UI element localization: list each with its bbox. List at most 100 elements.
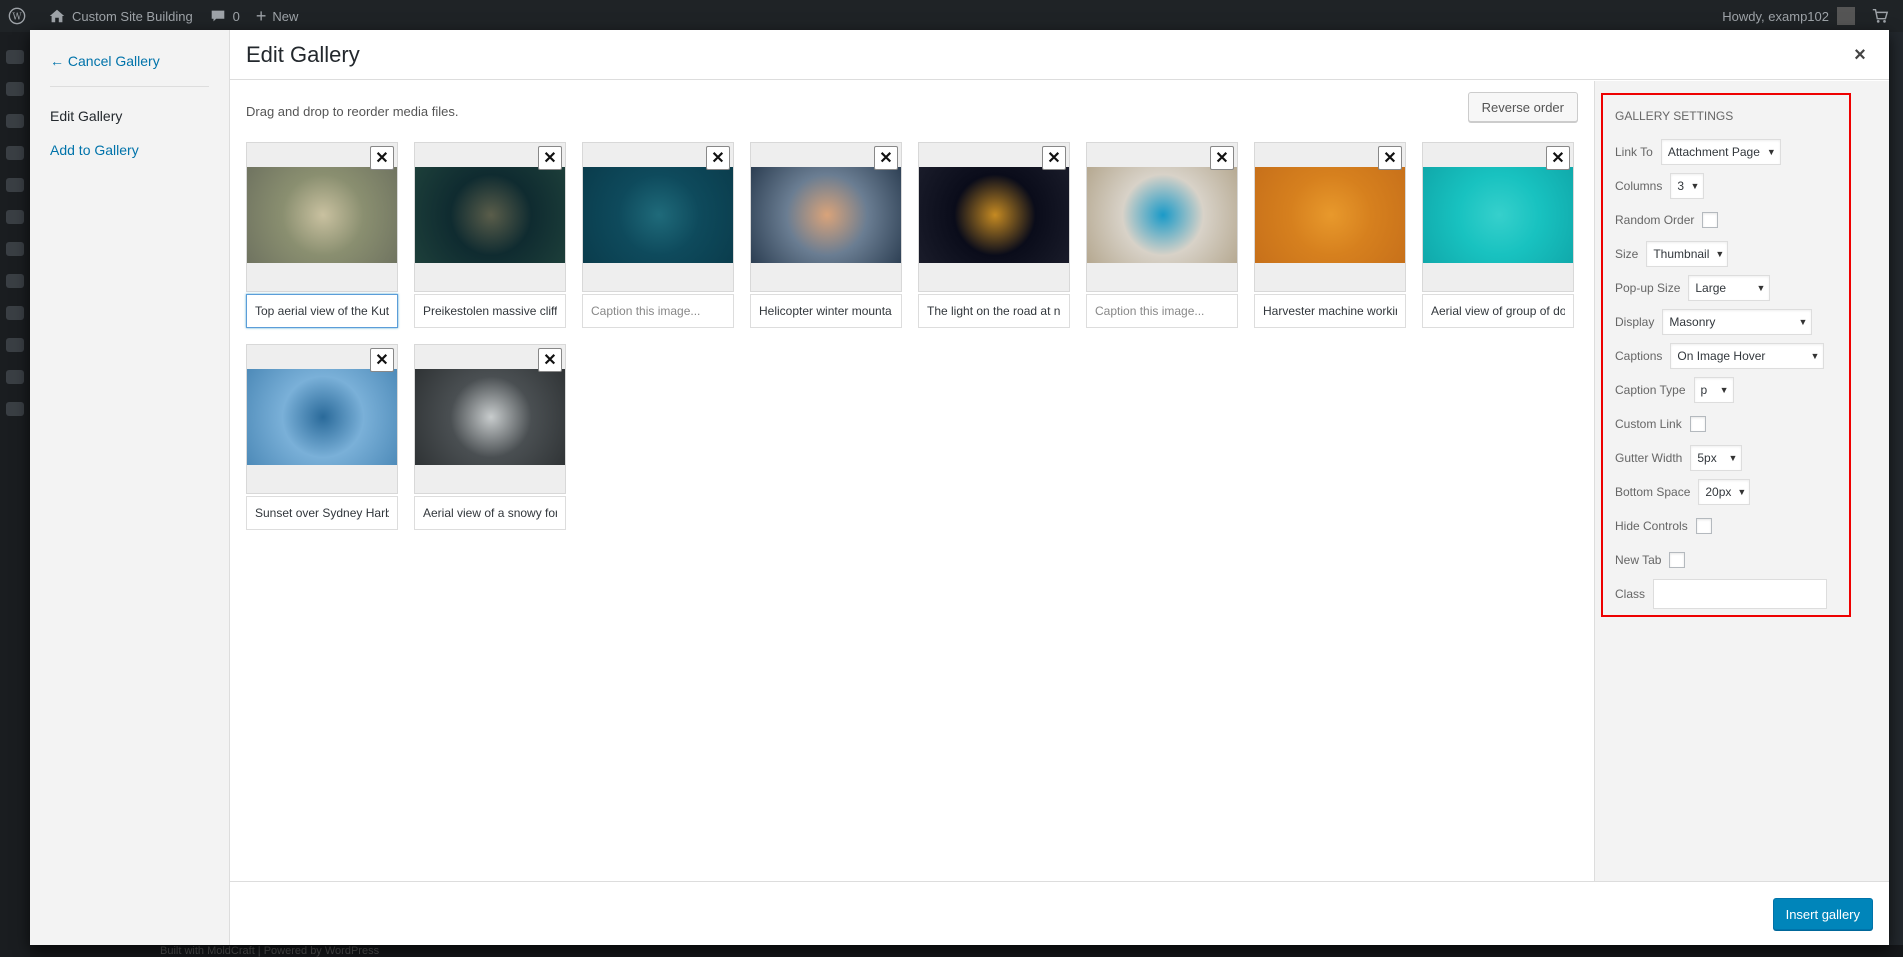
- captions-value: On Image Hover: [1677, 349, 1766, 363]
- admin-menu: [0, 32, 30, 957]
- remove-icon[interactable]: ✕: [1210, 146, 1234, 170]
- media-modal: ← Cancel Gallery Edit Gallery Add to Gal…: [30, 30, 1889, 945]
- remove-icon[interactable]: ✕: [1042, 146, 1066, 170]
- remove-icon[interactable]: ✕: [370, 348, 394, 372]
- new-tab-checkbox[interactable]: [1669, 552, 1686, 568]
- class-input[interactable]: [1653, 579, 1828, 609]
- admin-bar: W Custom Site Building 0 + New Howdy, ex…: [0, 0, 1903, 32]
- captions-select[interactable]: On Image Hover ▼: [1670, 343, 1825, 369]
- bottom-space-label: Bottom Space: [1615, 485, 1691, 499]
- caption-type-select[interactable]: p ▼: [1693, 377, 1734, 403]
- caption-input[interactable]: [414, 496, 566, 530]
- attachment-image: [415, 167, 565, 263]
- caption-input[interactable]: [918, 294, 1070, 328]
- page-title: Edit Gallery: [246, 42, 360, 67]
- caption-input[interactable]: [414, 294, 566, 328]
- attachment-image: [919, 167, 1069, 263]
- hide-controls-checkbox[interactable]: [1695, 518, 1712, 534]
- attachment-item[interactable]: ✕: [1086, 142, 1238, 328]
- attachment-item[interactable]: ✕: [1254, 142, 1406, 328]
- bottom-space-row: Bottom Space 20px ▼: [1615, 475, 1837, 509]
- caption-input[interactable]: [1422, 294, 1574, 328]
- attachment-item[interactable]: ✕: [1422, 142, 1574, 328]
- caption-input[interactable]: [582, 294, 734, 328]
- remove-icon[interactable]: ✕: [538, 348, 562, 372]
- remove-icon[interactable]: ✕: [1546, 146, 1570, 170]
- link-to-value: Attachment Page: [1667, 145, 1760, 159]
- popup-size-value: Large: [1695, 281, 1727, 295]
- footer-text: Built with MoldCraft | Powered by WordPr…: [30, 945, 1903, 957]
- attachment-item[interactable]: ✕: [246, 344, 398, 530]
- caption-input[interactable]: [750, 294, 902, 328]
- remove-icon[interactable]: ✕: [538, 146, 562, 170]
- menu-icon: [6, 242, 24, 256]
- wordpress-logo-icon[interactable]: W: [0, 0, 40, 32]
- bottom-space-value: 20px: [1705, 485, 1732, 499]
- gutter-width-select[interactable]: 5px ▼: [1690, 445, 1743, 471]
- menu-item-edit-gallery[interactable]: Edit Gallery: [30, 99, 229, 133]
- settings-sidebar: Gallery Settings Link To Attachment Page…: [1594, 81, 1889, 881]
- class-label: Class: [1615, 587, 1646, 601]
- attachment-item[interactable]: ✕: [414, 344, 566, 530]
- popup-size-select[interactable]: Large ▼: [1688, 275, 1771, 301]
- custom-link-checkbox[interactable]: [1689, 416, 1706, 432]
- remove-icon[interactable]: ✕: [706, 146, 730, 170]
- popup-size-row: Pop-up Size Large ▼: [1615, 271, 1837, 305]
- caret-down-icon: ▼: [1737, 487, 1747, 497]
- howdy-text: Howdy, examp102: [1722, 8, 1829, 24]
- caption-input[interactable]: [1254, 294, 1406, 328]
- site-name-link[interactable]: Custom Site Building: [40, 0, 201, 32]
- new-content-link[interactable]: + New: [248, 0, 307, 32]
- random-order-row: Random Order: [1615, 203, 1837, 237]
- caret-down-icon: ▼: [1719, 385, 1729, 395]
- attachment-item[interactable]: ✕: [582, 142, 734, 328]
- gutter-width-value: 5px: [1697, 451, 1717, 465]
- captions-row: Captions On Image Hover ▼: [1615, 339, 1837, 373]
- account-menu[interactable]: Howdy, examp102: [1714, 0, 1863, 32]
- bottom-space-select[interactable]: 20px ▼: [1698, 479, 1751, 505]
- caret-down-icon: ▼: [1766, 147, 1776, 157]
- menu-item-add-to-gallery[interactable]: Add to Gallery: [30, 133, 229, 167]
- attachment-item[interactable]: ✕: [750, 142, 902, 328]
- captions-label: Captions: [1615, 349, 1663, 363]
- remove-icon[interactable]: ✕: [1378, 146, 1402, 170]
- attachment-item[interactable]: ✕: [918, 142, 1070, 328]
- attachment-image: [1423, 167, 1573, 263]
- attachment-image: [1087, 167, 1237, 263]
- caret-down-icon: ▼: [1798, 317, 1808, 327]
- size-select[interactable]: Thumbnail ▼: [1646, 241, 1729, 267]
- comments-link[interactable]: 0: [201, 0, 248, 32]
- caption-input[interactable]: [1086, 294, 1238, 328]
- comments-count: 0: [232, 8, 240, 24]
- hide-controls-label: Hide Controls: [1615, 519, 1688, 533]
- cancel-gallery-link[interactable]: ← Cancel Gallery: [30, 44, 229, 78]
- remove-icon[interactable]: ✕: [370, 146, 394, 170]
- caret-down-icon: ▼: [1715, 249, 1725, 259]
- reverse-order-button[interactable]: Reverse order: [1467, 92, 1578, 122]
- attachment-item[interactable]: ✕: [246, 142, 398, 328]
- link-to-label: Link To: [1615, 145, 1653, 159]
- custom-link-row: Custom Link: [1615, 407, 1837, 441]
- caption-input[interactable]: [246, 496, 398, 530]
- caret-down-icon: ▼: [1810, 351, 1820, 361]
- caption-input[interactable]: [246, 294, 398, 328]
- caret-down-icon: ▼: [1690, 181, 1700, 191]
- menu-icon: [6, 82, 24, 96]
- caret-down-icon: ▼: [1756, 283, 1766, 293]
- cart-icon[interactable]: [1863, 0, 1903, 32]
- attachment-item[interactable]: ✕: [414, 142, 566, 328]
- plus-icon: +: [255, 5, 267, 26]
- remove-icon[interactable]: ✕: [874, 146, 898, 170]
- random-order-checkbox[interactable]: [1702, 212, 1719, 228]
- attachment-image: [415, 369, 565, 465]
- menu-icon: [6, 306, 24, 320]
- class-row: Class: [1615, 577, 1837, 611]
- columns-label: Columns: [1615, 179, 1663, 193]
- insert-gallery-button[interactable]: Insert gallery: [1772, 898, 1873, 930]
- display-select[interactable]: Masonry ▼: [1662, 309, 1813, 335]
- link-to-row: Link To Attachment Page ▼: [1615, 135, 1837, 169]
- close-icon[interactable]: ×: [1843, 38, 1877, 72]
- columns-select[interactable]: 3 ▼: [1670, 173, 1705, 199]
- attachment-image: [583, 167, 733, 263]
- link-to-select[interactable]: Attachment Page ▼: [1660, 139, 1781, 165]
